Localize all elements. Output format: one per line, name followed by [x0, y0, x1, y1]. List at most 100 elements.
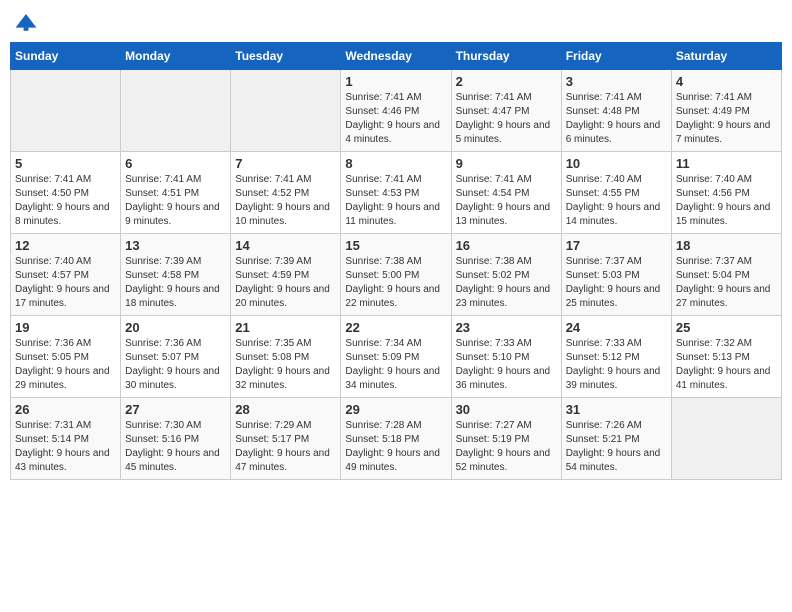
calendar-cell: 27 Sunrise: 7:30 AM Sunset: 5:16 PM Dayli… [121, 398, 231, 480]
day-number: 16 [456, 238, 557, 253]
calendar-cell: 25Sunrise: 7:32 AM Sunset: 5:13 PM Dayli… [671, 316, 781, 398]
calendar-cell: 15Sunrise: 7:38 AM Sunset: 5:00 PM Dayli… [341, 234, 451, 316]
weekday-header-thursday: Thursday [451, 43, 561, 70]
calendar-cell: 7 Sunrise: 7:41 AM Sunset: 4:52 PM Daylig… [231, 152, 341, 234]
calendar-cell: 8Sunrise: 7:41 AM Sunset: 4:53 PM Daylig… [341, 152, 451, 234]
day-number: 31 [566, 402, 667, 417]
day-number: 22 [345, 320, 446, 335]
day-info: Sunrise: 7:41 AM Sunset: 4:54 PM Dayligh… [456, 173, 557, 229]
day-number: 5 [15, 156, 116, 171]
day-info: Sunrise: 7:33 AM Sunset: 5:12 PM Dayligh… [566, 337, 667, 393]
day-number: 2 [456, 74, 557, 89]
calendar-cell: 4 Sunrise: 7:41 AM Sunset: 4:49 PM Daylig… [671, 70, 781, 152]
day-number: 19 [15, 320, 116, 335]
calendar-cell: 29 Sunrise: 7:28 AM Sunset: 5:18 PM Dayli… [341, 398, 451, 480]
day-number: 3 [566, 74, 667, 89]
day-info: Sunrise: 7:38 AM Sunset: 5:02 PM Dayligh… [456, 255, 557, 311]
calendar-cell [121, 70, 231, 152]
day-info: Sunrise: 7:40 AM Sunset: 4:55 PM Dayligh… [566, 173, 667, 229]
day-info: Sunrise: 7:33 AM Sunset: 5:10 PM Dayligh… [456, 337, 557, 393]
weekday-header-monday: Monday [121, 43, 231, 70]
calendar-cell: 19 Sunrise: 7:36 AM Sunset: 5:05 PM Dayli… [11, 316, 121, 398]
day-number: 21 [235, 320, 336, 335]
day-info: Sunrise: 7:27 AM Sunset: 5:19 PM Dayligh… [456, 419, 557, 475]
day-number: 1 [345, 74, 446, 89]
day-number: 27 [125, 402, 226, 417]
day-number: 17 [566, 238, 667, 253]
day-info: Sunrise: 7:28 AM Sunset: 5:18 PM Dayligh… [345, 419, 446, 475]
day-number: 30 [456, 402, 557, 417]
day-info: Sunrise: 7:41 AM Sunset: 4:52 PM Dayligh… [235, 173, 336, 229]
calendar-body: 1 Sunrise: 7:41 AM Sunset: 4:46 PM Daylig… [11, 70, 782, 480]
calendar-cell: 14Sunrise: 7:39 AM Sunset: 4:59 PM Dayli… [231, 234, 341, 316]
weekday-header-sunday: Sunday [11, 43, 121, 70]
calendar-cell: 12Sunrise: 7:40 AM Sunset: 4:57 PM Dayli… [11, 234, 121, 316]
day-number: 25 [676, 320, 777, 335]
day-info: Sunrise: 7:38 AM Sunset: 5:00 PM Dayligh… [345, 255, 446, 311]
day-number: 12 [15, 238, 116, 253]
day-info: Sunrise: 7:36 AM Sunset: 5:05 PM Dayligh… [15, 337, 116, 393]
day-info: Sunrise: 7:41 AM Sunset: 4:46 PM Dayligh… [345, 91, 446, 147]
day-info: Sunrise: 7:41 AM Sunset: 4:48 PM Dayligh… [566, 91, 667, 147]
day-info: Sunrise: 7:36 AM Sunset: 5:07 PM Dayligh… [125, 337, 226, 393]
weekday-header-saturday: Saturday [671, 43, 781, 70]
day-info: Sunrise: 7:29 AM Sunset: 5:17 PM Dayligh… [235, 419, 336, 475]
calendar-cell: 30 Sunrise: 7:27 AM Sunset: 5:19 PM Dayli… [451, 398, 561, 480]
calendar-cell: 31 Sunrise: 7:26 AM Sunset: 5:21 PM Dayli… [561, 398, 671, 480]
day-info: Sunrise: 7:37 AM Sunset: 5:04 PM Dayligh… [676, 255, 777, 311]
day-info: Sunrise: 7:34 AM Sunset: 5:09 PM Dayligh… [345, 337, 446, 393]
calendar-cell: 21 Sunrise: 7:35 AM Sunset: 5:08 PM Dayli… [231, 316, 341, 398]
day-number: 6 [125, 156, 226, 171]
calendar-cell: 24 Sunrise: 7:33 AM Sunset: 5:12 PM Dayli… [561, 316, 671, 398]
day-number: 14 [235, 238, 336, 253]
day-number: 10 [566, 156, 667, 171]
day-number: 9 [456, 156, 557, 171]
calendar-header: SundayMondayTuesdayWednesdayThursdayFrid… [11, 43, 782, 70]
calendar-cell: 18 Sunrise: 7:37 AM Sunset: 5:04 PM Dayli… [671, 234, 781, 316]
calendar-cell: 26 Sunrise: 7:31 AM Sunset: 5:14 PM Dayli… [11, 398, 121, 480]
weekday-header-wednesday: Wednesday [341, 43, 451, 70]
day-number: 7 [235, 156, 336, 171]
calendar-cell: 11 Sunrise: 7:40 AM Sunset: 4:56 PM Dayli… [671, 152, 781, 234]
day-number: 11 [676, 156, 777, 171]
calendar-cell: 28 Sunrise: 7:29 AM Sunset: 5:17 PM Dayli… [231, 398, 341, 480]
calendar-cell: 13Sunrise: 7:39 AM Sunset: 4:58 PM Dayli… [121, 234, 231, 316]
calendar-week-2: 5Sunrise: 7:41 AM Sunset: 4:50 PM Daylig… [11, 152, 782, 234]
calendar-table: SundayMondayTuesdayWednesdayThursdayFrid… [10, 42, 782, 480]
day-info: Sunrise: 7:39 AM Sunset: 4:58 PM Dayligh… [125, 255, 226, 311]
day-number: 8 [345, 156, 446, 171]
day-info: Sunrise: 7:30 AM Sunset: 5:16 PM Dayligh… [125, 419, 226, 475]
day-info: Sunrise: 7:31 AM Sunset: 5:14 PM Dayligh… [15, 419, 116, 475]
day-number: 18 [676, 238, 777, 253]
day-number: 28 [235, 402, 336, 417]
calendar-cell [231, 70, 341, 152]
day-number: 26 [15, 402, 116, 417]
weekday-header-tuesday: Tuesday [231, 43, 341, 70]
day-info: Sunrise: 7:41 AM Sunset: 4:49 PM Dayligh… [676, 91, 777, 147]
calendar-cell: 23 Sunrise: 7:33 AM Sunset: 5:10 PM Dayli… [451, 316, 561, 398]
calendar-week-1: 1 Sunrise: 7:41 AM Sunset: 4:46 PM Daylig… [11, 70, 782, 152]
calendar-week-3: 12Sunrise: 7:40 AM Sunset: 4:57 PM Dayli… [11, 234, 782, 316]
calendar-cell: 17 Sunrise: 7:37 AM Sunset: 5:03 PM Dayli… [561, 234, 671, 316]
day-number: 29 [345, 402, 446, 417]
calendar-week-5: 26 Sunrise: 7:31 AM Sunset: 5:14 PM Dayli… [11, 398, 782, 480]
calendar-cell: 20 Sunrise: 7:36 AM Sunset: 5:07 PM Dayli… [121, 316, 231, 398]
calendar-cell: 6 Sunrise: 7:41 AM Sunset: 4:51 PM Daylig… [121, 152, 231, 234]
day-number: 4 [676, 74, 777, 89]
logo-icon [14, 10, 38, 34]
calendar-cell: 16 Sunrise: 7:38 AM Sunset: 5:02 PM Dayli… [451, 234, 561, 316]
weekday-header-friday: Friday [561, 43, 671, 70]
day-info: Sunrise: 7:26 AM Sunset: 5:21 PM Dayligh… [566, 419, 667, 475]
calendar-cell: 1 Sunrise: 7:41 AM Sunset: 4:46 PM Daylig… [341, 70, 451, 152]
day-info: Sunrise: 7:37 AM Sunset: 5:03 PM Dayligh… [566, 255, 667, 311]
day-info: Sunrise: 7:41 AM Sunset: 4:51 PM Dayligh… [125, 173, 226, 229]
calendar-cell: 5Sunrise: 7:41 AM Sunset: 4:50 PM Daylig… [11, 152, 121, 234]
day-info: Sunrise: 7:40 AM Sunset: 4:56 PM Dayligh… [676, 173, 777, 229]
calendar-cell: 9 Sunrise: 7:41 AM Sunset: 4:54 PM Daylig… [451, 152, 561, 234]
day-info: Sunrise: 7:35 AM Sunset: 5:08 PM Dayligh… [235, 337, 336, 393]
day-number: 23 [456, 320, 557, 335]
calendar-cell [11, 70, 121, 152]
day-number: 20 [125, 320, 226, 335]
day-number: 24 [566, 320, 667, 335]
weekday-header-row: SundayMondayTuesdayWednesdayThursdayFrid… [11, 43, 782, 70]
